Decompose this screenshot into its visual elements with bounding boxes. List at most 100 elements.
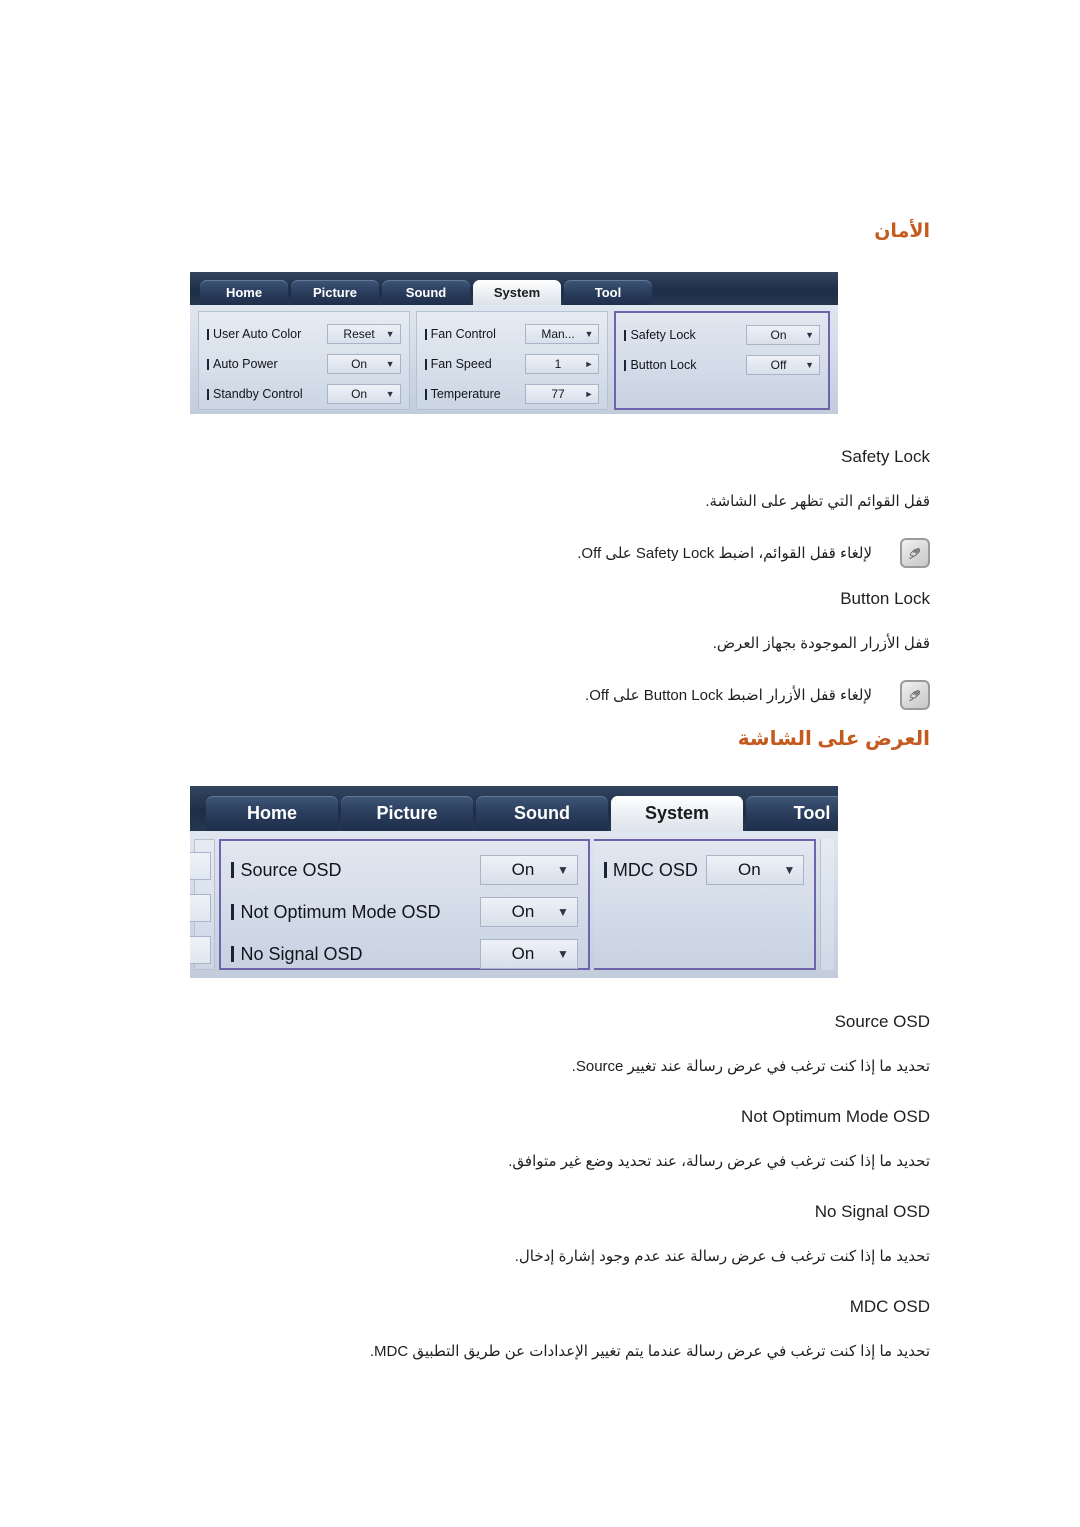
note-safety-lock: لإلغاء قفل القوائم، اضبط Safety Lock على…: [577, 538, 930, 568]
osd-dropdown-button-lock[interactable]: Off ▼: [746, 355, 820, 375]
osd-dropdown-not-optimum-mode-osd[interactable]: On ▼: [479, 897, 578, 927]
osd-tab-picture[interactable]: Picture: [291, 280, 379, 305]
osd-row-user-auto-color[interactable]: User Auto Color Reset ▼: [207, 319, 401, 349]
osd-row-temperature[interactable]: Temperature 77 ►: [424, 379, 600, 409]
term-safety-lock: Safety Lock: [841, 447, 930, 466]
description-safety-lock: قفل القوائم التي تظهر على الشاشة.: [705, 493, 930, 510]
osd-row-fan-control[interactable]: Fan Control Man... ▼: [424, 319, 600, 349]
chevron-down-icon: ▼: [584, 329, 594, 339]
note-button-lock: لإلغاء قفل الأزرار اضبط Button Lock على …: [585, 680, 930, 710]
osd-column-fan: Fan Control Man... ▼ Fan Speed 1 ► Tempera…: [415, 311, 609, 410]
bullet-icon: [624, 359, 627, 371]
bullet-icon: [207, 388, 209, 400]
osd-tab-home[interactable]: Home: [200, 280, 288, 305]
chevron-down-icon: ▼: [385, 329, 395, 339]
osd-column-osd-settings: Source OSD On ▼ Not Optimum Mode OSD On ▼ …: [219, 839, 590, 970]
osd-dropdown-source-osd[interactable]: On ▼: [479, 855, 578, 885]
osd-row-mdc-osd[interactable]: MDC OSD On ▼: [603, 849, 805, 891]
osd-label: No Signal OSD: [231, 944, 479, 965]
bullet-icon: [231, 862, 235, 878]
osd-label: User Auto Color: [207, 327, 327, 341]
note-text: لإلغاء قفل القوائم، اضبط Safety Lock على…: [577, 545, 872, 562]
osd-tab-system[interactable]: System: [611, 796, 743, 831]
clipped-field-stub: [190, 852, 211, 880]
osd-column-mdc-osd: MDC OSD On ▼: [593, 839, 817, 970]
description-not-optimum-mode-osd: تحديد ما إذا كنت ترغب في عرض رسالة، عند …: [508, 1153, 930, 1170]
bullet-icon: [231, 904, 235, 920]
osd-tab-bar: Home Picture Sound System Tool: [190, 272, 838, 305]
chevron-down-icon: ▼: [557, 947, 569, 961]
osd-tab-home[interactable]: Home: [206, 796, 338, 831]
bullet-icon: [424, 328, 427, 340]
chevron-down-icon: ▼: [557, 863, 569, 877]
osd-label: Button Lock: [624, 358, 746, 372]
osd-dropdown-user-auto-color[interactable]: Reset ▼: [326, 324, 401, 344]
chevron-down-icon: ▼: [557, 905, 569, 919]
osd-row-button-lock[interactable]: Button Lock Off ▼: [624, 350, 820, 380]
bullet-icon: [424, 388, 427, 400]
section-heading-on-screen-display: العرض على الشاشة: [737, 728, 930, 750]
osd-stepper-fan-speed[interactable]: 1 ►: [525, 354, 600, 374]
osd-tab-sound[interactable]: Sound: [476, 796, 608, 831]
description-no-signal-osd: تحديد ما إذا كنت ترغب ف عرض رسالة عند عد…: [514, 1248, 930, 1265]
osd-label: Fan Speed: [424, 357, 526, 371]
note-text: لإلغاء قفل الأزرار اضبط Button Lock على …: [585, 687, 872, 704]
osd-body: Source OSD On ▼ Not Optimum Mode OSD On ▼ …: [190, 831, 838, 978]
osd-label: Source OSD: [231, 860, 479, 881]
osd-label: Not Optimum Mode OSD: [231, 902, 479, 923]
osd-column-clipped-right: [820, 839, 834, 970]
osd-row-auto-power[interactable]: Auto Power On ▼: [207, 349, 401, 379]
bullet-icon: [424, 358, 427, 370]
osd-dropdown-mdc-osd[interactable]: On ▼: [706, 855, 805, 885]
clipped-field-stub: [190, 936, 211, 964]
chevron-down-icon: ▼: [385, 359, 395, 369]
osd-tab-picture[interactable]: Picture: [341, 796, 473, 831]
osd-label: Temperature: [424, 387, 526, 401]
osd-row-not-optimum-mode-osd[interactable]: Not Optimum Mode OSD On ▼: [231, 891, 578, 933]
chevron-down-icon: ▼: [783, 863, 796, 877]
osd-label: Auto Power: [207, 357, 327, 371]
bullet-icon: [207, 358, 209, 370]
osd-screenshot-system-panel: Home Picture Sound System Tool User Auto…: [190, 272, 838, 414]
term-source-osd: Source OSD: [834, 1012, 930, 1031]
osd-tab-system[interactable]: System: [473, 280, 561, 305]
osd-row-no-signal-osd[interactable]: No Signal OSD On ▼: [231, 933, 578, 975]
chevron-down-icon: ▼: [385, 389, 395, 399]
description-button-lock: قفل الأزرار الموجودة بجهاز العرض.: [712, 635, 930, 652]
chevron-down-icon: ▼: [805, 330, 814, 340]
osd-tab-sound[interactable]: Sound: [382, 280, 470, 305]
section-heading-security: الأمان: [874, 221, 930, 242]
description-mdc-osd: تحديد ما إذا كنت ترغب في عرض رسالة عندما…: [369, 1343, 930, 1360]
osd-dropdown-safety-lock[interactable]: On ▼: [746, 325, 820, 345]
osd-row-fan-speed[interactable]: Fan Speed 1 ►: [424, 349, 600, 379]
note-hand-icon: [900, 680, 930, 710]
term-no-signal-osd: No Signal OSD: [814, 1202, 930, 1221]
osd-tab-bar: Home Picture Sound System Tool: [190, 786, 838, 831]
term-not-optimum-mode-osd: Not Optimum Mode OSD: [741, 1107, 930, 1126]
chevron-right-icon: ►: [584, 359, 594, 369]
osd-body: User Auto Color Reset ▼ Auto Power On ▼ St…: [190, 305, 838, 414]
osd-dropdown-auto-power[interactable]: On ▼: [326, 354, 401, 374]
bullet-icon: [207, 328, 209, 340]
osd-label: MDC OSD: [603, 860, 706, 881]
osd-label: Safety Lock: [624, 328, 746, 342]
osd-column-general: User Auto Color Reset ▼ Auto Power On ▼ St…: [198, 311, 410, 410]
osd-row-safety-lock[interactable]: Safety Lock On ▼: [624, 320, 820, 350]
osd-column-clipped-left: [190, 839, 216, 970]
chevron-down-icon: ▼: [805, 360, 814, 370]
osd-dropdown-no-signal-osd[interactable]: On ▼: [479, 939, 578, 969]
osd-tab-tool[interactable]: Tool: [746, 796, 838, 831]
osd-label: Fan Control: [424, 327, 526, 341]
osd-tab-tool[interactable]: Tool: [564, 280, 652, 305]
bullet-icon: [231, 946, 235, 962]
description-source-osd: تحديد ما إذا كنت ترغب في عرض رسالة عند ت…: [571, 1058, 930, 1075]
note-hand-icon: [900, 538, 930, 568]
osd-dropdown-standby-control[interactable]: On ▼: [326, 384, 401, 404]
osd-stepper-temperature[interactable]: 77 ►: [525, 384, 600, 404]
osd-dropdown-fan-control[interactable]: Man... ▼: [525, 324, 600, 344]
osd-row-source-osd[interactable]: Source OSD On ▼: [231, 849, 578, 891]
osd-row-standby-control[interactable]: Standby Control On ▼: [207, 379, 401, 409]
clipped-field-stub: [190, 894, 211, 922]
osd-column-lock-highlighted: Safety Lock On ▼ Button Lock Off ▼: [614, 311, 830, 410]
osd-screenshot-osd-panel: Home Picture Sound System Tool Source OS…: [190, 786, 838, 978]
